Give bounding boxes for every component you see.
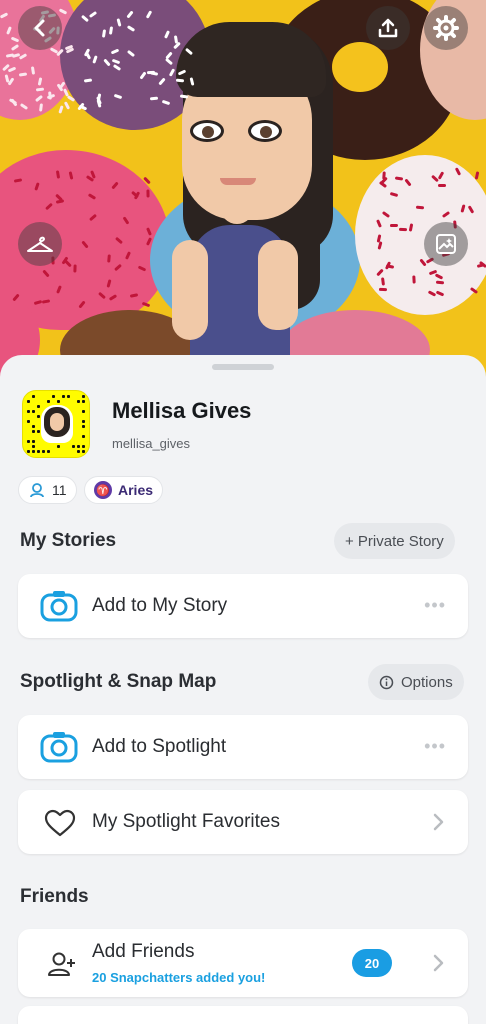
spotlight-options-button[interactable]: Options (368, 664, 464, 700)
options-label: Options (401, 673, 453, 691)
settings-button[interactable] (424, 6, 468, 50)
camera-icon (40, 732, 78, 763)
added-you-text: 20 Snapchatters added you! (92, 970, 266, 985)
username: mellisa_gives (112, 436, 191, 451)
private-story-button[interactable]: + Private Story (334, 523, 455, 559)
profile-banner (0, 0, 486, 380)
friends-icon (30, 483, 44, 498)
chevron-left-icon (34, 19, 45, 37)
upload-icon (378, 18, 398, 38)
friends-count-chip[interactable]: 11 (18, 476, 77, 504)
spotlight-favorites-card[interactable]: My Spotlight Favorites (18, 790, 468, 854)
add-to-my-story-card[interactable]: Add to My Story ••• (18, 574, 468, 638)
camera-icon (40, 591, 78, 622)
more-options-icon[interactable]: ••• (424, 595, 446, 616)
add-friends-label: Add Friends (92, 941, 195, 962)
chevron-right-icon (433, 813, 444, 831)
my-stories-title: My Stories (20, 530, 117, 551)
share-button[interactable] (366, 6, 410, 50)
more-options-icon[interactable]: ••• (424, 736, 446, 757)
zodiac-chip[interactable]: ♈ Aries (84, 476, 164, 504)
info-icon (379, 675, 394, 689)
friends-count: 11 (52, 482, 67, 498)
add-to-spotlight-label: Add to Spotlight (92, 736, 227, 757)
friends-title: Friends (20, 886, 89, 907)
add-to-spotlight-card[interactable]: Add to Spotlight ••• (18, 715, 468, 779)
add-friends-card[interactable]: Add Friends 20 Snapchatters added you! 2… (18, 929, 468, 997)
add-friend-icon (48, 952, 75, 976)
chevron-right-icon (433, 954, 444, 972)
sheet-grabber[interactable] (212, 364, 274, 370)
add-to-my-story-label: Add to My Story (92, 595, 228, 616)
image-sparkle-icon (436, 234, 456, 254)
gear-icon (433, 15, 459, 41)
zodiac-label: Aries (118, 482, 154, 498)
heart-icon (44, 809, 76, 837)
outfit-button[interactable] (18, 222, 62, 266)
snapcode[interactable] (22, 390, 90, 458)
back-button[interactable] (18, 6, 62, 50)
added-you-count-badge: 20 (352, 949, 392, 977)
spotlight-title: Spotlight & Snap Map (20, 671, 217, 692)
hanger-icon (27, 236, 53, 252)
aries-icon: ♈ (94, 481, 112, 499)
spotlight-favorites-label: My Spotlight Favorites (92, 811, 280, 832)
display-name: Mellisa Gives (112, 398, 252, 423)
next-card-partial[interactable] (18, 1006, 468, 1024)
change-background-button[interactable] (424, 222, 468, 266)
